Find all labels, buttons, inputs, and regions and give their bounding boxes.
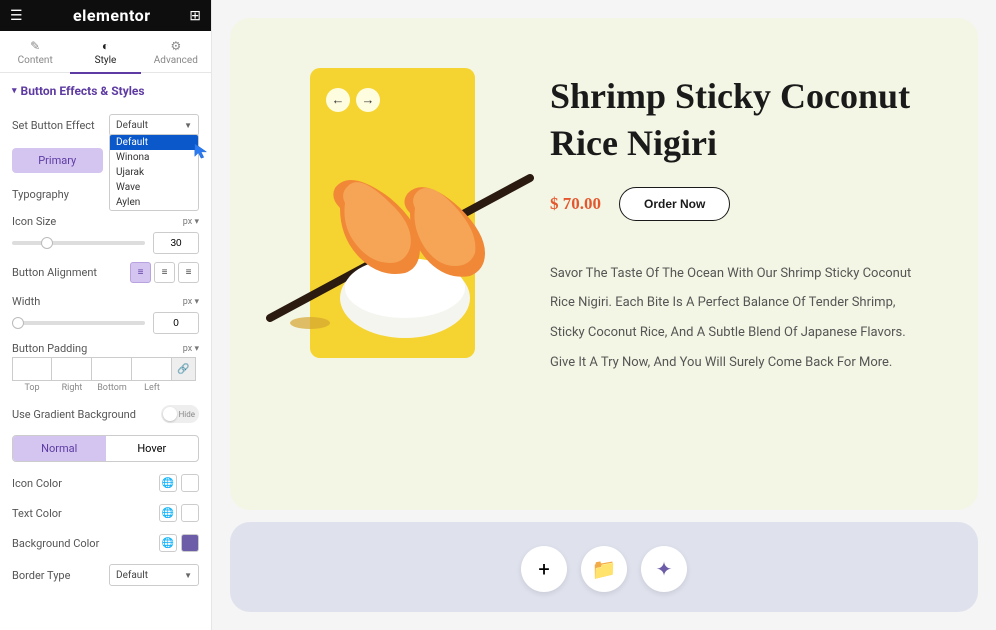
tabs: ✎ Content ◐ Style ⚙ Advanced [0,31,211,73]
padding-left-input[interactable] [132,357,172,381]
description: Savor The Taste Of The Ocean With Our Sh… [550,259,918,379]
effect-select[interactable]: Default ▼ [109,114,199,136]
ai-button[interactable]: ✦ [641,546,687,592]
width-slider-row [0,308,211,336]
bottom-panel: + 📁 ✦ [230,522,978,612]
sidebar: ☰ elementor ⊞ ✎ Content ◐ Style ⚙ Advanc… [0,0,212,630]
canvas: ← → Shrimp Stic [212,0,996,630]
padding-inputs: 🔗 [0,357,211,381]
icon-size-slider[interactable] [12,241,145,245]
effect-label: Set Button Effect [12,119,95,132]
effect-dropdown: Default Winona Ujarak Wave Aylen [109,134,199,211]
align-right-icon[interactable]: ≡ [178,262,199,283]
dropdown-item-aylen[interactable]: Aylen [110,195,198,210]
bg-color-label: Background Color [12,537,99,550]
ai-icon: ✦ [656,557,673,581]
control-width: Width px ▾ [0,289,211,308]
content-area: Shrimp Sticky Coconut Rice Nigiri $ 70.0… [550,68,918,470]
logo: elementor [73,6,151,25]
dropdown-item-wave[interactable]: Wave [110,180,198,195]
prev-arrow-icon[interactable]: ← [326,88,350,112]
alignment-label: Button Alignment [12,266,97,279]
nav-arrows: ← → [326,88,380,112]
globe-icon[interactable]: 🌐 [159,504,177,522]
icon-color-label: Icon Color [12,477,62,490]
globe-icon[interactable]: 🌐 [159,534,177,552]
menu-icon[interactable]: ☰ [10,8,23,24]
add-button[interactable]: + [521,546,567,592]
control-border-type: Border Type Default ▼ [0,558,211,592]
dropdown-item-default[interactable]: Default [110,135,198,150]
icon-size-input[interactable] [153,232,199,254]
width-input[interactable] [153,312,199,334]
control-icon-size: Icon Size px ▾ [0,209,211,228]
padding-label: Button Padding [12,342,87,355]
folder-button[interactable]: 📁 [581,546,627,592]
cursor-pointer-icon [193,142,211,160]
caret-down-icon: ▾ [12,86,17,96]
gradient-toggle[interactable]: Hide [161,405,199,423]
padding-bottom-input[interactable] [92,357,132,381]
slider-thumb[interactable] [12,317,24,329]
control-gradient: Use Gradient Background Hide [0,399,211,429]
control-bg-color: Background Color 🌐 [0,528,211,558]
state-segmented: Normal Hover [0,429,211,468]
tab-advanced[interactable]: ⚙ Advanced [141,31,211,72]
folder-icon: 📁 [592,557,617,581]
padding-right-input[interactable] [52,357,92,381]
state-hover[interactable]: Hover [106,436,199,461]
control-effect: Set Button Effect Default ▼ Default Wino… [0,108,211,142]
order-button[interactable]: Order Now [619,187,730,221]
dropdown-item-winona[interactable]: Winona [110,150,198,165]
section-button-effects[interactable]: ▾ Button Effects & Styles [0,74,211,108]
tab-content[interactable]: ✎ Content [0,31,70,72]
bg-color-swatch[interactable] [181,534,199,552]
apps-icon[interactable]: ⊞ [189,8,201,24]
state-normal[interactable]: Normal [13,436,106,461]
gear-icon: ⚙ [141,39,211,53]
padding-link-icon[interactable]: 🔗 [172,357,196,381]
icon-color-swatch[interactable] [181,474,199,492]
width-slider[interactable] [12,321,145,325]
border-type-label: Border Type [12,569,70,582]
globe-icon[interactable]: 🌐 [159,474,177,492]
gradient-label: Use Gradient Background [12,408,136,421]
width-label: Width [12,295,40,308]
next-arrow-icon[interactable]: → [356,88,380,112]
tab-style[interactable]: ◐ Style [70,31,140,72]
control-alignment: Button Alignment ≡ ≡ ≡ [0,256,211,289]
food-image [260,148,540,348]
price-row: $ 70.00 Order Now [550,187,918,221]
text-color-swatch[interactable] [181,504,199,522]
align-center-icon[interactable]: ≡ [154,262,175,283]
primary-button[interactable]: Primary [12,148,103,173]
control-icon-color: Icon Color 🌐 [0,468,211,498]
price: $ 70.00 [550,194,601,214]
slider-thumb[interactable] [41,237,53,249]
align-left-icon[interactable]: ≡ [130,262,151,283]
chevron-down-icon: ▼ [184,121,192,130]
control-padding: Button Padding px ▾ [0,336,211,357]
padding-unit[interactable]: px ▾ [183,344,199,354]
border-type-select[interactable]: Default ▼ [109,564,199,586]
toggle-knob [163,407,177,421]
sidebar-header: ☰ elementor ⊞ [0,0,211,31]
width-unit[interactable]: px ▾ [183,297,199,307]
padding-labels: Top Right Bottom Left [0,381,211,399]
droplet-icon: ◐ [70,39,140,53]
icon-size-slider-row [0,228,211,256]
pencil-icon: ✎ [0,39,70,53]
padding-top-input[interactable] [12,357,52,381]
typography-label: Typography [12,188,69,201]
control-text-color: Text Color 🌐 [0,498,211,528]
dropdown-item-ujarak[interactable]: Ujarak [110,165,198,180]
canvas-panel: ← → Shrimp Stic [230,18,978,510]
dish-title: Shrimp Sticky Coconut Rice Nigiri [550,73,918,167]
icon-size-unit[interactable]: px ▾ [183,217,199,227]
plus-icon: + [538,557,549,581]
chevron-down-icon: ▼ [184,571,192,580]
text-color-label: Text Color [12,507,62,520]
icon-size-label: Icon Size [12,215,56,228]
product-image-area: ← → [290,68,490,388]
